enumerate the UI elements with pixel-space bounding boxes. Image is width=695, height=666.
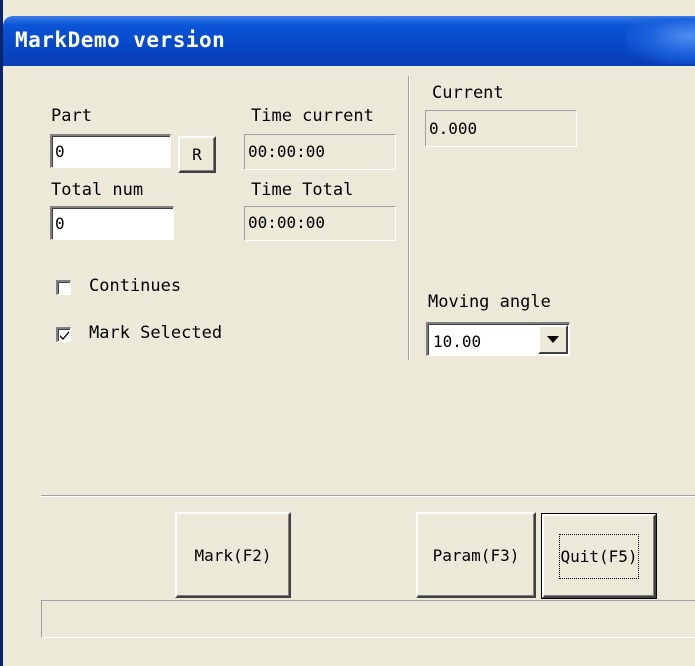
quit-button[interactable]: Quit(F5)	[541, 513, 657, 599]
window-title: MarkDemo version	[15, 28, 226, 52]
current-field: 0.000	[425, 110, 577, 147]
moving-angle-label: Moving angle	[428, 292, 551, 312]
mark-selected-checkbox[interactable]	[56, 327, 71, 342]
title-bar-glow	[625, 18, 695, 64]
mark-selected-label: Mark Selected	[89, 323, 223, 343]
title-bar[interactable]: MarkDemo version	[3, 16, 695, 66]
time-total-label: Time Total	[251, 180, 354, 200]
continues-checkbox[interactable]	[56, 280, 71, 295]
vertical-separator	[408, 76, 410, 360]
quit-button-label: Quit(F5)	[559, 533, 639, 579]
moving-angle-select[interactable]: 10.00	[426, 322, 570, 356]
status-bar	[41, 600, 695, 638]
mark-button[interactable]: Mark(F2)	[175, 512, 291, 598]
reset-part-button-label: R	[192, 145, 202, 164]
moving-angle-value: 10.00	[433, 332, 482, 351]
total-num-input[interactable]: 0	[50, 206, 174, 240]
part-label: Part	[51, 106, 92, 126]
time-current-field: 00:00:00	[244, 134, 396, 170]
reset-part-button[interactable]: R	[178, 136, 216, 173]
moving-angle-dropdown-button[interactable]	[538, 325, 568, 354]
horizontal-separator	[41, 495, 695, 497]
time-current-label: Time current	[251, 106, 374, 126]
part-input[interactable]: 0	[50, 134, 171, 168]
param-button[interactable]: Param(F3)	[416, 512, 536, 598]
triangle-down-icon	[547, 336, 559, 343]
param-button-label: Param(F3)	[432, 545, 520, 565]
total-num-label: Total num	[51, 180, 144, 200]
continues-label: Continues	[89, 276, 182, 296]
current-label: Current	[432, 83, 504, 103]
time-total-field: 00:00:00	[244, 206, 396, 241]
mark-button-label: Mark(F2)	[194, 545, 272, 565]
checkmark-icon	[59, 330, 69, 340]
markdemo-window: MarkDemo version Part 0 R Time current 0…	[0, 0, 695, 666]
